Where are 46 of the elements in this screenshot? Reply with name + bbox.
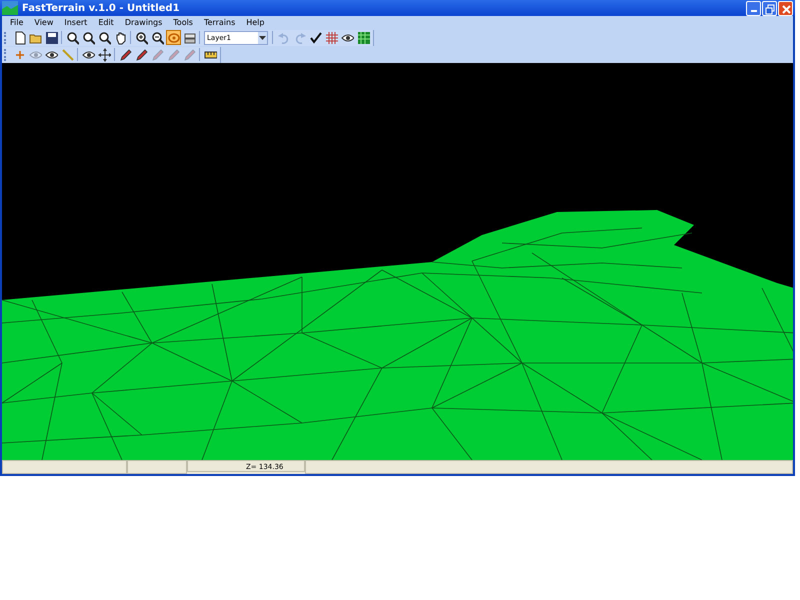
- window-title: FastTerrain v.1.0 - Untitled1: [22, 2, 181, 14]
- toolbar-button[interactable]: [308, 30, 322, 45]
- menu-item[interactable]: Drawings: [120, 18, 168, 27]
- layers-icon: [182, 30, 196, 44]
- hand-icon: [114, 30, 126, 44]
- menu-item[interactable]: File: [5, 18, 30, 27]
- orbit-icon: [166, 30, 180, 44]
- close-button[interactable]: [778, 0, 793, 16]
- toolbar-button[interactable]: [134, 30, 148, 45]
- caret-icon: [259, 36, 266, 40]
- zoom-in-icon: [134, 30, 148, 44]
- texture-icon: [356, 30, 370, 44]
- menu-item[interactable]: Tools: [168, 18, 199, 27]
- pencil-icon: [134, 48, 148, 62]
- toolbar-button[interactable]: [150, 30, 164, 45]
- magnifier-icon: [98, 30, 110, 44]
- pencil-icon: [182, 48, 196, 62]
- toolbar-button[interactable]: [118, 47, 132, 62]
- zoom-out-icon: [150, 30, 164, 44]
- new-page-icon: [12, 30, 26, 44]
- minimize-icon: [750, 10, 756, 12]
- menu-item[interactable]: Help: [241, 18, 270, 27]
- menu-item[interactable]: Terrains: [198, 18, 242, 27]
- pencil-icon: [150, 48, 164, 62]
- magnifier-icon: [82, 30, 94, 44]
- minimize-button[interactable]: [746, 0, 761, 16]
- toolbar-button[interactable]: [96, 47, 112, 62]
- grid-icon: [324, 30, 338, 44]
- menu-item[interactable]: Insert: [59, 18, 94, 27]
- terrain-app-icon: [2, 1, 18, 15]
- checkmark-icon: [308, 30, 322, 44]
- pencil-icon: [118, 48, 132, 62]
- pencil-icon: [166, 48, 180, 62]
- toolbar-button[interactable]: [134, 47, 148, 62]
- magnifier-icon: [66, 30, 78, 44]
- toolbar-button[interactable]: [44, 30, 58, 45]
- toolbar-button[interactable]: [96, 30, 112, 45]
- restore-button[interactable]: [762, 0, 777, 16]
- restore-icon: [763, 2, 776, 14]
- menu-item[interactable]: View: [29, 18, 60, 27]
- toolbar-button[interactable]: [64, 30, 80, 45]
- line-icon: [60, 48, 74, 62]
- menu-item[interactable]: Edit: [93, 18, 120, 27]
- undo-icon: [276, 30, 290, 44]
- toolbar-button[interactable]: [80, 30, 96, 45]
- move-icon: [98, 48, 110, 62]
